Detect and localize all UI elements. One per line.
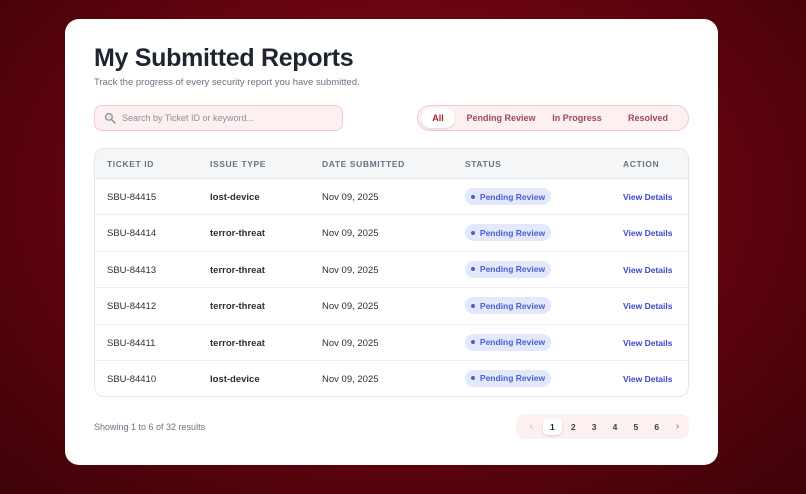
- status-dot-icon: [470, 230, 475, 235]
- table-row: SBU-84415 lost-device Nov 09, 2025 Pendi…: [95, 179, 688, 216]
- table-row: SBU-84410 lost-device Nov 09, 2025 Pendi…: [95, 361, 688, 396]
- status-filter-tabs: All Pending Review In Progress Resolved: [417, 105, 689, 131]
- status-badge: Pending Review: [465, 333, 551, 351]
- status-label: Pending Review: [479, 373, 546, 384]
- view-details-link[interactable]: View Details: [623, 301, 672, 311]
- view-details-link[interactable]: View Details: [623, 265, 672, 275]
- column-header-status: STATUS: [465, 159, 502, 169]
- status-dot-icon: [470, 194, 475, 199]
- column-header-ticket-id: TICKET ID: [107, 159, 154, 169]
- filter-tab-pending-review[interactable]: Pending Review: [459, 108, 543, 128]
- issue-type: terror-threat: [210, 337, 265, 349]
- search-box[interactable]: [94, 105, 343, 131]
- ticket-id: SBU-84412: [107, 301, 157, 313]
- date-submitted: Nov 09, 2025: [322, 301, 379, 313]
- table-row: SBU-84411 terror-threat Nov 09, 2025 Pen…: [95, 325, 688, 361]
- ticket-id: SBU-84411: [107, 337, 156, 349]
- table-row: SBU-84414 terror-threat Nov 09, 2025 Pen…: [95, 215, 688, 252]
- reports-table: TICKET ID ISSUE TYPE DATE SUBMITTED STAT…: [94, 148, 689, 397]
- date-submitted: Nov 09, 2025: [322, 337, 379, 349]
- status-label: Pending Review: [479, 337, 546, 348]
- page-button-3[interactable]: 3: [585, 418, 604, 435]
- next-page-button[interactable]: ›: [668, 418, 687, 435]
- column-header-date-submitted: DATE SUBMITTED: [322, 159, 405, 169]
- status-label: Pending Review: [479, 191, 546, 202]
- issue-type: terror-threat: [210, 264, 265, 276]
- date-submitted: Nov 09, 2025: [322, 373, 379, 385]
- issue-type: lost-device: [210, 373, 260, 385]
- date-submitted: Nov 09, 2025: [322, 228, 379, 240]
- ticket-id: SBU-84415: [107, 192, 157, 203]
- page-button-1[interactable]: 1: [542, 418, 562, 435]
- page-subtitle: Track the progress of every security rep…: [94, 77, 360, 88]
- ticket-id: SBU-84410: [107, 373, 157, 385]
- status-dot-icon: [470, 267, 475, 272]
- ticket-id: SBU-84414: [107, 228, 157, 240]
- table-header: TICKET ID ISSUE TYPE DATE SUBMITTED STAT…: [95, 149, 688, 179]
- filter-tab-resolved[interactable]: Resolved: [613, 108, 683, 128]
- status-badge: Pending Review: [465, 224, 551, 242]
- issue-type: terror-threat: [210, 228, 265, 240]
- issue-type: terror-threat: [210, 301, 265, 313]
- status-badge: Pending Review: [465, 260, 551, 278]
- page-button-2[interactable]: 2: [564, 418, 583, 435]
- status-badge: Pending Review: [465, 188, 551, 205]
- status-dot-icon: [470, 376, 475, 381]
- page-title: My Submitted Reports: [94, 44, 354, 72]
- table-row: SBU-84412 terror-threat Nov 09, 2025 Pen…: [95, 288, 688, 325]
- ticket-id: SBU-84413: [107, 264, 157, 276]
- search-input[interactable]: [122, 113, 332, 123]
- search-icon: [104, 112, 116, 124]
- filter-tab-in-progress[interactable]: In Progress: [545, 108, 609, 128]
- view-details-link[interactable]: View Details: [623, 338, 672, 348]
- status-label: Pending Review: [479, 227, 546, 238]
- status-badge: Pending Review: [465, 297, 551, 315]
- status-dot-icon: [470, 303, 475, 308]
- results-summary: Showing 1 to 6 of 32 results: [94, 422, 206, 432]
- status-label: Pending Review: [479, 264, 546, 275]
- status-badge: Pending Review: [465, 369, 551, 387]
- column-header-action: ACTION: [623, 159, 660, 169]
- view-details-link[interactable]: View Details: [623, 374, 672, 384]
- filter-tab-all[interactable]: All: [421, 108, 455, 128]
- page-button-4[interactable]: 4: [606, 418, 625, 435]
- view-details-link[interactable]: View Details: [623, 228, 672, 238]
- view-details-link[interactable]: View Details: [623, 192, 672, 202]
- previous-page-button[interactable]: ‹: [522, 418, 541, 435]
- issue-type: lost-device: [210, 192, 260, 203]
- date-submitted: Nov 09, 2025: [322, 192, 379, 203]
- table-row: SBU-84413 terror-threat Nov 09, 2025 Pen…: [95, 252, 688, 289]
- reports-card: My Submitted Reports Track the progress …: [65, 19, 718, 465]
- page-button-5[interactable]: 5: [626, 418, 645, 435]
- status-label: Pending Review: [479, 300, 546, 311]
- page-button-6[interactable]: 6: [647, 418, 666, 435]
- column-header-issue-type: ISSUE TYPE: [210, 159, 267, 169]
- pagination: ‹ 1 2 3 4 5 6 ›: [516, 414, 689, 439]
- status-dot-icon: [470, 340, 475, 345]
- date-submitted: Nov 09, 2025: [322, 264, 379, 276]
